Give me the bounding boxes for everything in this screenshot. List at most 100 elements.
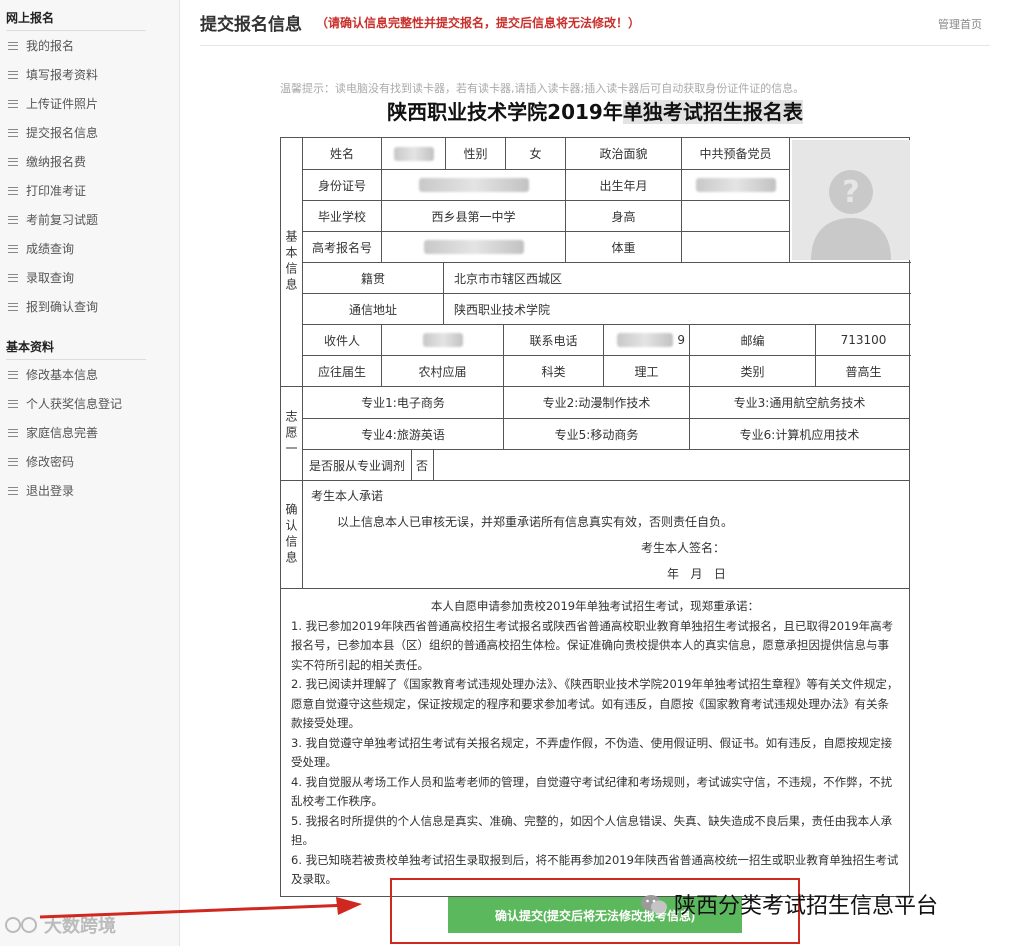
svg-text:?: ?	[842, 175, 859, 210]
birth-value	[681, 170, 789, 200]
sidebar-item-reg-7[interactable]: 成绩查询	[0, 234, 179, 263]
list-icon	[8, 370, 18, 379]
wish-section: 志愿一 专业1:电子商务 专业2:动漫制作技术 专业3:通用航空航务技术 专业4…	[281, 386, 909, 480]
list-icon	[8, 215, 18, 224]
address-label: 通信地址	[348, 302, 397, 317]
sidebar-item-basic-0[interactable]: 修改基本信息	[0, 360, 179, 389]
red-arrow-icon	[40, 897, 362, 919]
sidebar-item-reg-4[interactable]: 缴纳报名费	[0, 147, 179, 176]
name-label: 姓名	[329, 147, 354, 161]
weight-value	[681, 232, 789, 262]
gender-label: 性别	[445, 138, 505, 169]
sidebar-item-reg-3[interactable]: 提交报名信息	[0, 118, 179, 147]
category-value: 普高生	[815, 356, 911, 386]
list-icon	[8, 486, 18, 495]
sidebar-item-label: 退出登录	[26, 484, 75, 498]
list-icon	[8, 273, 18, 282]
height-label: 身高	[565, 201, 681, 231]
id-number-label: 身份证号	[317, 178, 366, 193]
sidebar-item-label: 打印准考证	[26, 184, 87, 198]
adjust-label: 是否服从专业调剂	[308, 458, 405, 473]
subject-value: 理工	[603, 356, 689, 386]
pledge-item: 5. 我报名时所提供的个人信息是真实、准确、完整的，如因个人信息错误、失真、缺失…	[291, 813, 893, 848]
sidebar-item-basic-1[interactable]: 个人获奖信息登记	[0, 389, 179, 418]
sidebar-item-reg-9[interactable]: 报到确认查询	[0, 292, 179, 321]
sidebar: 网上报名 我的报名 填写报考资料 上传证件照片 提交报名信息 缴纳报名费 打印准考证 考前复…	[0, 0, 180, 946]
main-content: 提交报名信息 （请确认信息完整性并提交报名，提交后信息将无法修改！） 管理首页 …	[200, 0, 990, 946]
exam-number-label: 高考报名号	[311, 240, 372, 255]
postcode-value: 713100	[815, 325, 911, 355]
major-3: 专业3:通用航空航务技术	[689, 387, 909, 418]
phone-value: 9	[603, 325, 689, 355]
pledge-item: 1. 我已参加2019年陕西省普通高校招生考试报名或陕西省普通高校职业教育单独招…	[291, 618, 894, 672]
list-icon	[8, 41, 18, 50]
sidebar-list-basic: 修改基本信息个人获奖信息登记家庭信息完善 修改密码退出登录	[0, 360, 179, 505]
school-label: 毕业学校	[317, 209, 366, 224]
school-value: 西乡县第一中学	[381, 201, 565, 231]
sidebar-item-label: 提交报名信息	[26, 126, 99, 140]
politics-label: 政治面貌	[565, 138, 681, 169]
sidebar-item-label: 缴纳报名费	[26, 155, 87, 169]
pledge-item: 2. 我已阅读并理解了《国家教育考试违规处理办法》、《陕西职业技术学院2019年…	[291, 677, 899, 730]
list-icon	[8, 457, 18, 466]
platform-watermark: 陕西分类考试招生信息平台	[640, 888, 938, 920]
category-label: 类别	[689, 356, 815, 386]
registration-form: 基本信息 姓名 性别 女 政治面貌 中共预备党员 身份证号 出生年月 毕业学校 …	[280, 137, 911, 897]
sidebar-item-basic-4[interactable]: 退出登录	[0, 476, 179, 505]
pledge-block: 本人自愿申请参加贵校2019年单独考试招生考试，现郑重承诺： 1. 我已参加20…	[281, 588, 909, 896]
address-value: 陕西职业技术学院	[443, 294, 911, 324]
sidebar-item-label: 家庭信息完善	[26, 426, 99, 440]
sidebar-item-label: 考前复习试题	[26, 213, 99, 227]
sidebar-item-label: 修改密码	[26, 455, 75, 469]
sidebar-item-label: 录取查询	[26, 271, 75, 285]
wechat-icon	[641, 895, 667, 914]
adjust-empty	[433, 450, 909, 480]
list-icon	[8, 99, 18, 108]
sidebar-item-label: 成绩查询	[26, 242, 75, 256]
sidebar-item-basic-2[interactable]: 家庭信息完善	[0, 418, 179, 447]
sidebar-item-label: 填写报考资料	[26, 68, 99, 82]
sidebar-item-reg-2[interactable]: 上传证件照片	[0, 89, 179, 118]
page-title: 提交报名信息	[200, 15, 302, 35]
sidebar-item-reg-6[interactable]: 考前复习试题	[0, 205, 179, 234]
form-title: 陕西职业技术学院2019年单独考试招生报名表	[200, 96, 990, 125]
list-icon	[8, 302, 18, 311]
form-title-school: 陕西职业技术学院2019年	[387, 100, 623, 124]
sidebar-item-reg-8[interactable]: 录取查询	[0, 263, 179, 292]
sidebar-item-label: 修改基本信息	[26, 368, 99, 382]
pledge-item: 4. 我自觉服从考场工作人员和监考老师的管理，自觉遵守考试纪律和考场规则，考试诚…	[291, 774, 893, 809]
date-label: 年 月 日	[667, 567, 726, 581]
list-icon	[8, 128, 18, 137]
home-link[interactable]: 管理首页	[938, 16, 982, 32]
photo-placeholder: ?	[789, 138, 911, 262]
gender-value: 女	[505, 138, 565, 169]
list-icon	[8, 428, 18, 437]
graduate-type-label: 应往届生	[317, 364, 366, 379]
postcode-label: 邮编	[689, 325, 815, 355]
adjust-value: 否	[411, 450, 433, 480]
subject-label: 科类	[503, 356, 603, 386]
sidebar-item-reg-5[interactable]: 打印准考证	[0, 176, 179, 205]
weight-label: 体重	[565, 232, 681, 262]
confirm-label: 确认信息	[281, 481, 303, 588]
native-place-label: 籍贯	[360, 271, 385, 286]
signature-label: 考生本人签名：	[641, 541, 726, 555]
name-value	[381, 138, 445, 169]
platform-name: 陕西分类考试招生信息平台	[674, 894, 939, 919]
confirm-section: 确认信息 考生本人承诺 以上信息本人已审核无误，并郑重承诺所有信息真实有效，否则…	[281, 480, 909, 588]
card-reader-tip: 温馨提示：读电脑没有找到读卡器，若有读卡器,请插入读卡器;插入读卡器后可自动获取…	[280, 82, 805, 95]
sidebar-item-reg-1[interactable]: 填写报考资料	[0, 60, 179, 89]
pledge-item: 3. 我自觉遵守单独考试招生考试有关报名规定，不弄虚作假，不伪造、使用假证明、假…	[291, 735, 893, 770]
id-number-value	[381, 170, 565, 200]
graduate-type-value: 农村应届	[381, 356, 503, 386]
confirm-title: 考生本人承诺	[311, 489, 384, 503]
major-2: 专业2:动漫制作技术	[503, 387, 689, 418]
watermark-icon	[5, 917, 37, 933]
avatar-silhouette-icon: ?	[810, 170, 891, 260]
confirm-statement: 以上信息本人已审核无误，并郑重承诺所有信息真实有效，否则责任自负。	[337, 515, 734, 529]
pledge-head: 本人自愿申请参加贵校2019年单独考试招生考试，现郑重承诺：	[430, 599, 760, 613]
receiver-label: 收件人	[323, 333, 360, 348]
sidebar-item-reg-0[interactable]: 我的报名	[0, 31, 179, 60]
sidebar-item-basic-3[interactable]: 修改密码	[0, 447, 179, 476]
list-icon	[8, 244, 18, 253]
